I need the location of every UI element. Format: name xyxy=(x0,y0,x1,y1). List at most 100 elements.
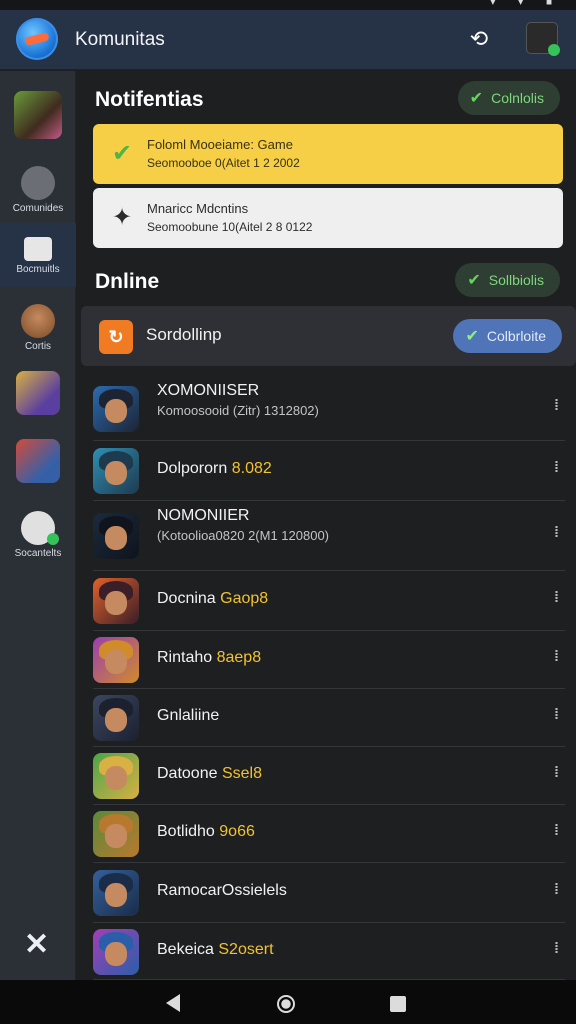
sidebar-item-socantelts[interactable]: Socantelts xyxy=(0,511,76,559)
list-item-name: Botlidho 9o66 xyxy=(157,823,255,841)
check-icon: ✔ xyxy=(111,139,133,167)
notifications-title: Notifentias xyxy=(95,88,204,111)
player-name: Datoone xyxy=(157,765,218,782)
check-icon: ✔ xyxy=(469,90,484,107)
avatar-face xyxy=(105,766,127,790)
notifications-action-button[interactable]: ✔ Colnlolis xyxy=(457,81,560,115)
avatar-face xyxy=(105,526,127,550)
sidebar-label: Comunides xyxy=(12,203,64,214)
app-title: Komunitas xyxy=(75,29,165,50)
more-icon[interactable]: ⁞ xyxy=(554,822,559,839)
featured-item[interactable]: ↻ Sordollinp ✔ Colbrloite xyxy=(81,306,576,366)
notification-subtitle: Seomoobune 10(Aitel 2 8 0122 xyxy=(147,220,313,234)
player-name: NOMONIIER xyxy=(157,507,250,524)
status-icons: ▾ ▾ ■ xyxy=(490,0,562,8)
more-icon[interactable]: ⁞ xyxy=(554,764,559,781)
online-action-button[interactable]: ✔ Sollbiolis xyxy=(455,263,560,297)
sidebar-item-cortis[interactable]: Cortis xyxy=(0,304,76,352)
hero-icon xyxy=(16,371,60,415)
hero-avatar xyxy=(93,448,139,494)
profile-icon xyxy=(21,166,55,200)
avatar-face xyxy=(105,399,127,423)
player-name: Dolpororn xyxy=(157,460,228,477)
notification-subtitle: Seomooboe 0(Aitet 1 2 2002 xyxy=(147,156,300,170)
list-item-name: Rintaho 8aep8 xyxy=(157,649,261,667)
more-icon[interactable]: ⁞ xyxy=(554,940,559,957)
sidebar: Comunides Bocmuitls Cortis Socantelts ✕ xyxy=(0,71,76,980)
featured-button[interactable]: ✔ Colbrloite xyxy=(453,319,562,353)
notification-card[interactable]: ✔ Foloml Mooeiame: Game Seomooboe 0(Aite… xyxy=(93,124,563,184)
close-icon[interactable]: ✕ xyxy=(24,927,49,962)
more-icon[interactable]: ⁞ xyxy=(554,524,559,541)
player-name: Botlidho xyxy=(157,823,215,840)
notification-card[interactable]: ✦ Mnaricc Mdcntins Seomoobune 10(Aitel 2… xyxy=(93,188,563,248)
more-icon[interactable]: ⁞ xyxy=(554,459,559,476)
check-icon: ✔ xyxy=(467,272,481,289)
hero-avatar xyxy=(93,695,139,741)
more-icon[interactable]: ⁞ xyxy=(554,397,559,414)
main-content: Notifentias ✔ Colnlolis ✔ Foloml Mooeiam… xyxy=(77,71,576,980)
list-item-name: Docnina Gaop8 xyxy=(157,590,268,608)
pill-label: Sollbiolis xyxy=(488,272,544,288)
online-dot xyxy=(47,533,59,545)
more-icon[interactable]: ⁞ xyxy=(554,706,559,723)
list-item[interactable]: Rintaho 8aep8 ⁞ xyxy=(93,631,565,689)
app-logo-icon xyxy=(16,18,58,60)
chat-icon xyxy=(21,511,59,545)
avatar-face xyxy=(105,708,127,732)
sidebar-item-comunides[interactable]: Comunides xyxy=(0,166,76,214)
avatar-face xyxy=(105,650,127,674)
sidebar-item-game[interactable] xyxy=(0,91,76,139)
list-item[interactable]: Datoone Ssel8 ⁞ xyxy=(93,747,565,805)
more-icon[interactable]: ⁞ xyxy=(554,648,559,665)
game-thumb-icon xyxy=(14,91,62,139)
hero-avatar xyxy=(93,753,139,799)
list-item[interactable]: Botlidho 9o66 ⁞ xyxy=(93,805,565,863)
list-item[interactable]: NOMONIIER (Kotoolioa0820 2(M1 120800) ⁞ xyxy=(93,501,565,571)
hero-avatar xyxy=(93,578,139,624)
list-item[interactable]: Docnina Gaop8 ⁞ xyxy=(93,571,565,631)
sidebar-label: Bocmuitls xyxy=(16,264,60,275)
list-item[interactable]: XOMONIISER Komoosooid (Zitr) 1312802) ⁞ xyxy=(93,376,565,441)
notification-title: Mnaricc Mdcntins xyxy=(147,201,249,216)
profile-avatar[interactable] xyxy=(526,22,560,56)
list-item[interactable]: RamocarOssielels ⁞ xyxy=(93,863,565,923)
system-nav-bar xyxy=(0,980,576,1024)
hero-avatar xyxy=(93,811,139,857)
recent-apps-icon[interactable] xyxy=(390,996,406,1012)
list-item[interactable]: Dolpororn 8.082 ⁞ xyxy=(93,441,565,501)
player-tag: Ssel8 xyxy=(221,765,262,782)
pill-label: Colnlolis xyxy=(491,90,544,106)
featured-label: Sordollinp xyxy=(146,325,222,344)
box-icon xyxy=(24,237,52,261)
back-icon[interactable] xyxy=(166,994,180,1012)
avatar-face xyxy=(105,883,127,907)
check-icon: ✔ xyxy=(465,328,479,345)
player-name: RamocarOssielels xyxy=(157,882,287,899)
list-item-name: Bekeica S2osert xyxy=(157,941,274,959)
list-item[interactable]: Bekeica S2osert ⁞ xyxy=(93,923,565,980)
more-icon[interactable]: ⁞ xyxy=(554,881,559,898)
sidebar-item-hero-a[interactable] xyxy=(0,371,76,415)
sidebar-item-bocmuitls[interactable]: Bocmuitls xyxy=(0,223,76,287)
hero-avatar xyxy=(93,637,139,683)
hero-avatar xyxy=(93,386,139,432)
status-bar: ▾ ▾ ■ xyxy=(0,0,576,10)
home-icon[interactable] xyxy=(277,995,295,1013)
player-name: Gnlaliine xyxy=(157,707,220,724)
sidebar-label: Socantelts xyxy=(14,548,62,559)
list-item-subtitle: (Kotoolioa0820 2(M1 120800) xyxy=(157,528,330,543)
list-item[interactable]: Gnlaliine ⁞ xyxy=(93,689,565,747)
player-tag: 9o66 xyxy=(219,823,255,840)
player-tag: 8aep8 xyxy=(216,649,262,666)
hero-avatar xyxy=(93,929,139,975)
notification-title: Foloml Mooeiame: Game xyxy=(147,137,293,152)
sidebar-label: Cortis xyxy=(24,341,52,352)
refresh-icon[interactable]: ⟲ xyxy=(464,24,494,54)
hero-icon xyxy=(21,304,55,338)
list-item-name: NOMONIIER xyxy=(157,507,249,525)
more-icon[interactable]: ⁞ xyxy=(554,589,559,606)
online-dot xyxy=(548,44,560,56)
sidebar-item-hero-b[interactable] xyxy=(0,439,76,483)
player-name: Bekeica xyxy=(157,941,214,958)
